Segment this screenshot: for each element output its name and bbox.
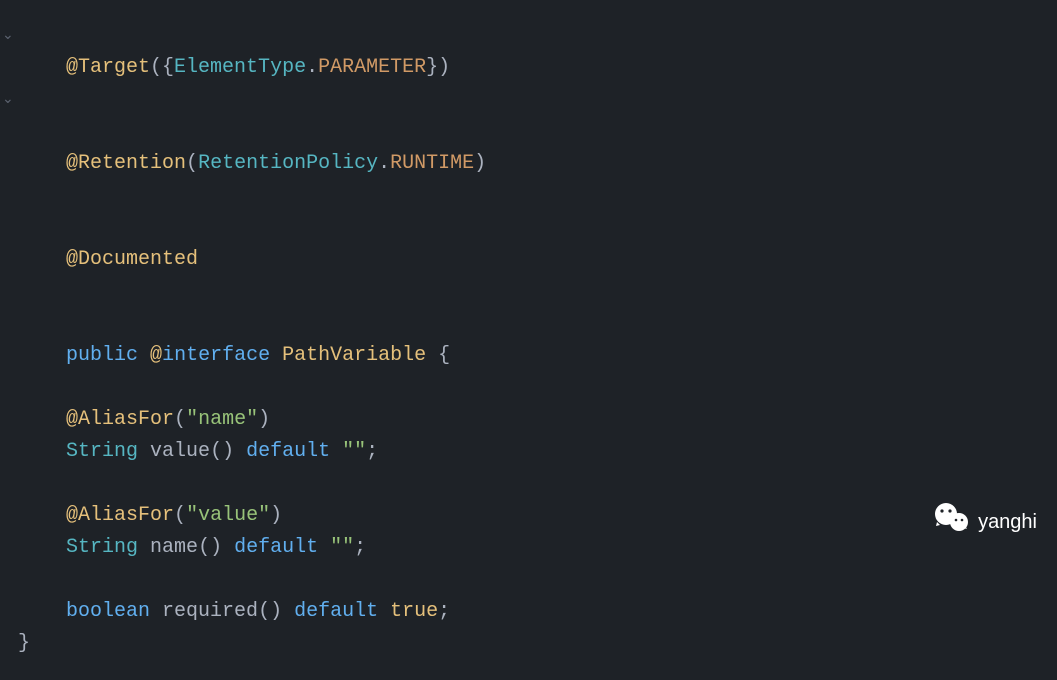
indent bbox=[18, 536, 66, 559]
annotation-token: @Retention bbox=[66, 152, 186, 175]
annotation-token: @Documented bbox=[66, 248, 198, 271]
punct-token: . bbox=[378, 152, 390, 175]
annotation-token: @AliasFor bbox=[66, 504, 174, 527]
brace-token: { bbox=[438, 344, 450, 367]
punct-token: ( bbox=[174, 408, 186, 431]
string-token: "" bbox=[330, 536, 354, 559]
space bbox=[330, 440, 342, 463]
keyword-token: default bbox=[294, 600, 378, 623]
code-editor[interactable]: ⌄@Target({ElementType.PARAMETER}) @Reten… bbox=[0, 0, 1057, 680]
fold-icon[interactable]: ⌄ bbox=[2, 84, 14, 116]
code-line: boolean required() default true; bbox=[18, 596, 1057, 628]
at-token: @ bbox=[150, 344, 162, 367]
punct-token: ) bbox=[270, 504, 282, 527]
punct-token: ) bbox=[474, 152, 486, 175]
space bbox=[426, 344, 438, 367]
method-token: required bbox=[162, 600, 258, 623]
space bbox=[138, 536, 150, 559]
type-token: String bbox=[66, 440, 138, 463]
punct-token: () bbox=[198, 536, 222, 559]
keyword-token: default bbox=[234, 536, 318, 559]
space bbox=[138, 440, 150, 463]
classname-token: PathVariable bbox=[282, 344, 426, 367]
punct-token: ( bbox=[186, 152, 198, 175]
type-token: String bbox=[66, 536, 138, 559]
keyword-token: interface bbox=[162, 344, 270, 367]
punct-token: . bbox=[306, 56, 318, 79]
code-line-blank bbox=[18, 468, 1057, 500]
code-line-blank bbox=[18, 564, 1057, 596]
annotation-token: @Target bbox=[66, 56, 150, 79]
code-line: String value() default ""; bbox=[18, 436, 1057, 468]
type-token: boolean bbox=[66, 600, 150, 623]
punct-token: () bbox=[258, 600, 282, 623]
code-line: @AliasFor("name") bbox=[18, 404, 1057, 436]
punct-token: ({ bbox=[150, 56, 174, 79]
space bbox=[378, 600, 390, 623]
keyword-token: public bbox=[66, 344, 138, 367]
space bbox=[222, 536, 234, 559]
code-line: String name() default ""; bbox=[18, 532, 1057, 564]
code-line: ⌄@Target({ElementType.PARAMETER}) bbox=[18, 20, 1057, 116]
code-line: @Retention(RetentionPolicy.RUNTIME) bbox=[18, 116, 1057, 212]
semi-token: ; bbox=[438, 600, 450, 623]
space bbox=[234, 440, 246, 463]
const-token: RUNTIME bbox=[390, 152, 474, 175]
keyword-token: default bbox=[246, 440, 330, 463]
string-token: "name" bbox=[186, 408, 258, 431]
punct-token: }) bbox=[426, 56, 450, 79]
punct-token: ( bbox=[174, 504, 186, 527]
space bbox=[318, 536, 330, 559]
watermark: yanghi bbox=[934, 502, 1037, 542]
type-token: RetentionPolicy bbox=[198, 152, 378, 175]
bool-token: true bbox=[390, 600, 438, 623]
semi-token: ; bbox=[366, 440, 378, 463]
indent bbox=[18, 408, 66, 431]
watermark-text: yanghi bbox=[978, 506, 1037, 538]
string-token: "" bbox=[342, 440, 366, 463]
space bbox=[282, 600, 294, 623]
string-token: "value" bbox=[186, 504, 270, 527]
indent bbox=[18, 440, 66, 463]
method-token: name bbox=[150, 536, 198, 559]
indent bbox=[18, 504, 66, 527]
fold-icon[interactable]: ⌄ bbox=[2, 20, 14, 52]
annotation-token: @AliasFor bbox=[66, 408, 174, 431]
space bbox=[138, 344, 150, 367]
code-line: ⌄@Documented bbox=[18, 212, 1057, 308]
wechat-icon bbox=[934, 502, 970, 542]
code-line: } bbox=[18, 628, 1057, 660]
punct-token: ) bbox=[258, 408, 270, 431]
semi-token: ; bbox=[354, 536, 366, 559]
code-line: @AliasFor("value") bbox=[18, 500, 1057, 532]
brace-token: } bbox=[18, 632, 30, 655]
type-token: ElementType bbox=[174, 56, 306, 79]
punct-token: () bbox=[210, 440, 234, 463]
space bbox=[270, 344, 282, 367]
method-token: value bbox=[150, 440, 210, 463]
indent bbox=[18, 600, 66, 623]
const-token: PARAMETER bbox=[318, 56, 426, 79]
space bbox=[150, 600, 162, 623]
code-line: public @interface PathVariable { bbox=[18, 308, 1057, 404]
